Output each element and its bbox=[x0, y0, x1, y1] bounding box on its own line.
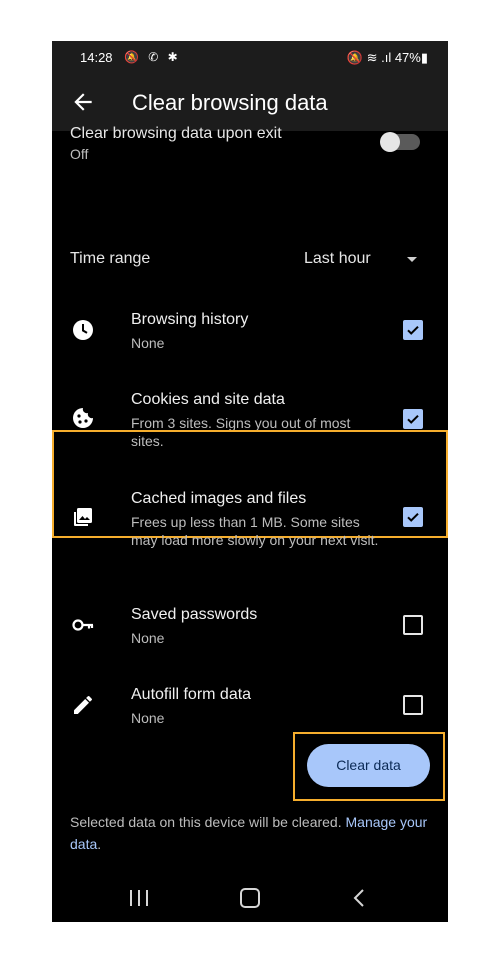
dropdown-caret-icon[interactable] bbox=[407, 257, 417, 262]
app-bar: Clear browsing data bbox=[52, 75, 448, 131]
checkbox-saved-passwords[interactable] bbox=[403, 615, 423, 635]
clock-icon bbox=[73, 320, 93, 340]
item-label: Cookies and site data bbox=[131, 391, 285, 408]
cookie-icon bbox=[73, 408, 93, 428]
status-left-indicators: 🔕 ✆ ✱ bbox=[124, 50, 181, 64]
back-arrow-icon[interactable] bbox=[70, 89, 96, 115]
checkmark-icon bbox=[407, 512, 419, 522]
exit-setting-title: Clear browsing data upon exit bbox=[70, 125, 282, 142]
status-bar: 14:28 🔕 ✆ ✱ 🔕 ≋ .ıl 47%▮ bbox=[52, 41, 448, 75]
footer-note: Selected data on this device will be cle… bbox=[70, 811, 435, 855]
recents-icon[interactable] bbox=[128, 889, 150, 907]
footer-suffix: . bbox=[97, 836, 102, 852]
status-time: 14:28 bbox=[80, 50, 113, 65]
item-description: None bbox=[131, 630, 165, 646]
clear-data-button[interactable]: Clear data bbox=[307, 744, 430, 787]
time-range-label: Time range bbox=[70, 250, 151, 267]
checkbox-autofill[interactable] bbox=[403, 695, 423, 715]
item-label: Browsing history bbox=[131, 311, 249, 328]
system-nav-bar bbox=[52, 867, 448, 922]
item-label: Saved passwords bbox=[131, 606, 258, 623]
checkbox-cookies[interactable] bbox=[403, 409, 423, 429]
item-description: None bbox=[131, 710, 165, 726]
clear-on-exit-toggle[interactable] bbox=[380, 132, 420, 152]
checkbox-browsing-history[interactable] bbox=[403, 320, 423, 340]
phone-screen: 14:28 🔕 ✆ ✱ 🔕 ≋ .ıl 47%▮ Clear browsing … bbox=[52, 41, 448, 922]
time-range-select[interactable]: Last hour bbox=[304, 250, 371, 268]
home-icon[interactable] bbox=[240, 888, 260, 908]
status-right-indicators: 🔕 ≋ .ıl 47%▮ bbox=[346, 50, 428, 65]
item-label: Autofill form data bbox=[131, 686, 252, 703]
checkmark-icon bbox=[407, 414, 419, 424]
footer-text: Selected data on this device will be cle… bbox=[70, 814, 346, 830]
page-title: Clear browsing data bbox=[132, 90, 328, 115]
checkbox-cached-images[interactable] bbox=[403, 507, 423, 527]
item-description: None bbox=[131, 335, 165, 351]
item-description: Frees up less than 1 MB. Some sites may … bbox=[131, 514, 379, 548]
item-label: Cached images and files bbox=[131, 490, 307, 507]
image-icon bbox=[74, 508, 92, 526]
nav-back-icon[interactable] bbox=[352, 888, 366, 908]
key-icon bbox=[72, 619, 94, 631]
toggle-knob bbox=[380, 132, 400, 152]
checkmark-icon bbox=[407, 325, 419, 335]
pencil-icon bbox=[74, 696, 92, 714]
exit-setting-value: Off bbox=[70, 146, 89, 162]
